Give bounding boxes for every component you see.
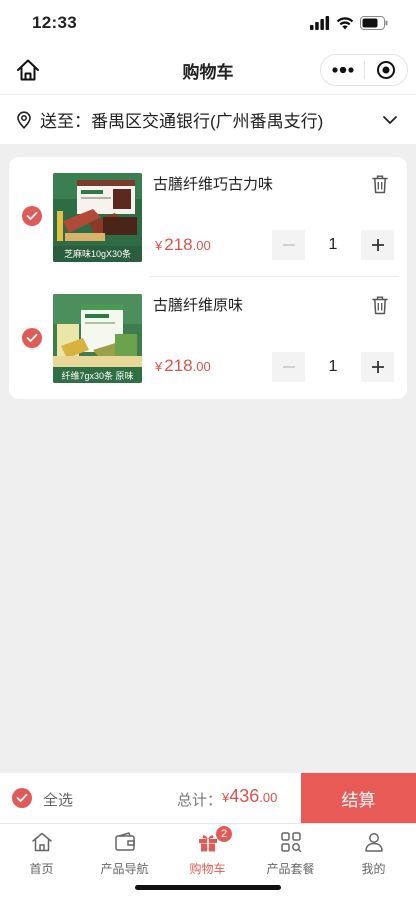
price-currency: ¥ [155, 238, 163, 253]
quantity-stepper: 1 [272, 230, 394, 260]
tab-label: 首页 [29, 862, 54, 876]
tab-label: 我的 [361, 862, 386, 876]
wifi-icon [336, 17, 354, 30]
trash-icon[interactable] [371, 295, 389, 315]
minus-icon [282, 366, 295, 368]
product-image[interactable]: 芝麻味10gX30条 [53, 173, 142, 262]
minus-icon [282, 244, 295, 246]
check-icon [16, 793, 28, 802]
price-integer: 218 [164, 235, 193, 254]
delivery-address-bar[interactable]: 送至：番禺区交通银行(广州番禺支行) [0, 94, 416, 144]
close-button[interactable] [365, 55, 407, 85]
checkout-button[interactable]: 结算 [301, 773, 416, 823]
mini-program-capsule [320, 54, 408, 86]
product-image[interactable]: 纤维7gx30条 原味 [53, 294, 142, 383]
tab-label: 产品套餐 [266, 862, 315, 876]
nav-bar: 购物车 [0, 46, 416, 94]
price-decimal: .00 [192, 238, 211, 253]
cart-item: 芝麻味10gX30条 古膳纤维巧古力味 ¥218.00 1 [9, 157, 407, 277]
tab-cart[interactable]: 购物车 2 [166, 824, 249, 880]
chevron-down-icon[interactable] [380, 110, 400, 130]
trash-icon[interactable] [371, 174, 389, 194]
decrease-button[interactable] [272, 352, 305, 382]
total-amount: ¥436.00 [222, 786, 277, 807]
quantity-value[interactable]: 1 [305, 358, 361, 376]
product-image-caption: 纤维7gx30条 原味 [61, 371, 134, 381]
plus-icon [371, 239, 384, 251]
location-pin-icon [17, 110, 31, 129]
address-value: 番禺区交通银行(广州番禺支行) [91, 112, 324, 131]
wallet-icon [114, 832, 135, 851]
tab-label: 购物车 [189, 862, 226, 876]
more-button[interactable] [321, 55, 364, 85]
price-integer: 218 [164, 356, 193, 375]
battery-icon [360, 16, 388, 30]
tab-home[interactable]: 首页 [0, 824, 83, 880]
tab-me[interactable]: 我的 [332, 824, 415, 880]
product-image-caption: 芝麻味10gX30条 [63, 249, 132, 259]
tab-product-nav[interactable]: 产品导航 [83, 824, 166, 880]
check-icon [26, 333, 38, 342]
quantity-value[interactable]: 1 [305, 236, 361, 254]
select-all-checkbox[interactable] [12, 788, 32, 808]
plus-icon [371, 361, 384, 373]
price-decimal: .00 [192, 359, 211, 374]
increase-button[interactable] [361, 230, 394, 260]
item-price: ¥218.00 [155, 235, 211, 255]
user-icon [364, 833, 383, 852]
status-bar: 12:33 [0, 0, 416, 46]
home-icon [31, 832, 52, 852]
page-title: 购物车 [182, 62, 234, 82]
product-name[interactable]: 古膳纤维巧古力味 [153, 173, 273, 194]
address-prefix: 送至： [40, 112, 91, 131]
tab-label: 产品导航 [100, 862, 149, 876]
total-label: 总计： [177, 792, 223, 809]
item-price: ¥218.00 [155, 356, 211, 376]
checkout-bar: 全选 总计： ¥436.00 结算 [0, 773, 416, 823]
cart-list: 芝麻味10gX30条 古膳纤维巧古力味 ¥218.00 1 纤维7gx30条 原… [9, 157, 407, 399]
increase-button[interactable] [361, 352, 394, 382]
check-icon [26, 211, 38, 220]
tab-product-bundles[interactable]: 产品套餐 [249, 824, 332, 880]
cart-count-badge: 2 [216, 826, 232, 842]
price-currency: ¥ [155, 359, 163, 374]
target-close-icon [376, 61, 395, 79]
item-checkbox[interactable] [22, 328, 42, 348]
product-name[interactable]: 古膳纤维原味 [153, 294, 243, 315]
total-decimal: .00 [259, 790, 278, 805]
quantity-stepper: 1 [272, 352, 394, 382]
status-time: 12:33 [32, 13, 77, 32]
status-icons [310, 16, 388, 30]
grid-search-icon [280, 832, 301, 853]
cart-item: 纤维7gx30条 原味 古膳纤维原味 ¥218.00 1 [9, 277, 407, 397]
select-all-label[interactable]: 全选 [43, 789, 73, 810]
decrease-button[interactable] [272, 230, 305, 260]
home-indicator [135, 885, 281, 890]
more-dots-icon [331, 67, 354, 73]
address-text: 送至：番禺区交通银行(广州番禺支行) [40, 107, 380, 132]
item-checkbox[interactable] [22, 206, 42, 226]
home-icon[interactable] [14, 56, 42, 84]
signal-icon [310, 16, 330, 30]
total-integer: 436 [229, 786, 260, 806]
